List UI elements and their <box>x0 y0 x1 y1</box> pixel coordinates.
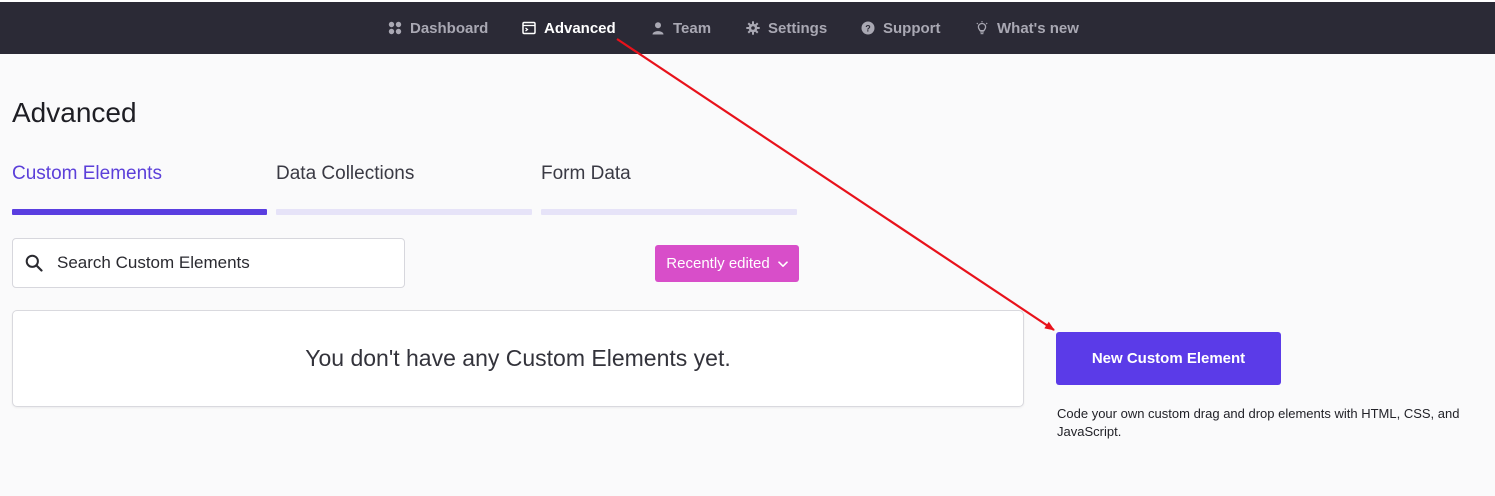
chevron-down-icon <box>777 255 788 272</box>
nav-settings-label: Settings <box>768 19 828 37</box>
search-icon <box>25 254 43 272</box>
search-input[interactable] <box>57 253 377 273</box>
help-circle-icon: ? <box>861 21 875 35</box>
nav-settings[interactable]: Settings <box>746 17 827 39</box>
new-custom-element-button[interactable]: New Custom Element <box>1056 332 1281 385</box>
svg-text:?: ? <box>865 24 871 34</box>
tab-form-data[interactable]: Form Data <box>541 163 631 193</box>
page-title: Advanced <box>12 97 137 128</box>
tab-indicator-form-data <box>541 209 797 215</box>
nav-support[interactable]: ? Support <box>861 17 941 39</box>
dashboard-grid-icon <box>388 21 402 35</box>
nav-support-label: Support <box>883 19 941 37</box>
nav-whats-new[interactable]: What's new <box>975 17 1079 39</box>
top-navigation: Dashboard Advanced Team Settings ? Suppo… <box>0 0 1495 54</box>
new-custom-element-help-text: Code your own custom drag and drop eleme… <box>1057 406 1460 439</box>
search-box[interactable] <box>12 238 405 288</box>
nav-advanced[interactable]: Advanced <box>522 17 616 39</box>
nav-dashboard-label: Dashboard <box>410 19 489 37</box>
person-icon <box>651 21 665 35</box>
nav-dashboard[interactable]: Dashboard <box>388 17 488 39</box>
sort-dropdown-button[interactable]: Recently edited <box>655 245 799 282</box>
sort-dropdown-label: Recently edited <box>666 255 770 272</box>
empty-state-card: You don't have any Custom Elements yet. <box>12 310 1024 407</box>
terminal-window-icon <box>522 21 536 35</box>
tab-indicator-custom-elements <box>12 209 267 215</box>
nav-team-label: Team <box>673 19 712 37</box>
tab-indicator-data-collections <box>276 209 532 215</box>
gear-icon <box>746 21 760 35</box>
tab-data-collections[interactable]: Data Collections <box>276 163 414 193</box>
nav-advanced-label: Advanced <box>544 19 616 37</box>
nav-whats-new-label: What's new <box>997 19 1079 37</box>
tab-custom-elements[interactable]: Custom Elements <box>12 163 162 193</box>
empty-state-message: You don't have any Custom Elements yet. <box>305 345 731 371</box>
nav-team[interactable]: Team <box>651 17 711 39</box>
lightbulb-icon <box>975 21 989 35</box>
